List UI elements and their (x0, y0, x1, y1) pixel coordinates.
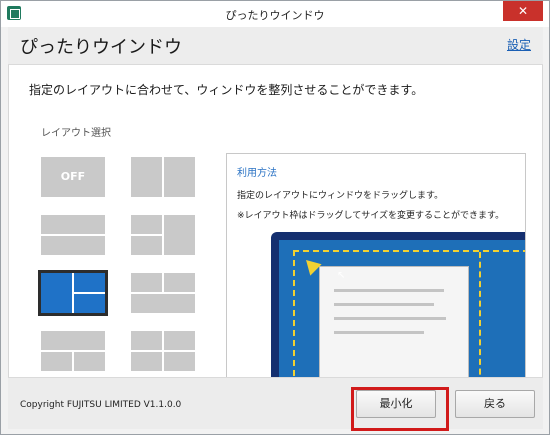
layout-cell (41, 215, 105, 234)
layout-cell (41, 352, 72, 371)
layout-cell (131, 157, 162, 197)
usage-note: ※レイアウト枠はドラッグしてサイズを変更することができます。 (237, 211, 505, 221)
demo-cursor-icon: ↖ (337, 270, 346, 281)
layout-option-top-split-bottom[interactable] (131, 273, 195, 313)
layout-cell (131, 215, 162, 234)
usage-title: 利用方法 (237, 168, 277, 179)
usage-instruction: 指定のレイアウトにウィンドウをドラッグします。 (237, 191, 444, 201)
minimize-button[interactable]: 最小化 (356, 390, 436, 418)
header: ぴったりウインドウ 設定 (8, 27, 543, 65)
layout-cell (164, 331, 195, 350)
window-title: ぴったりウインドウ (225, 9, 325, 22)
main-content: 指定のレイアウトに合わせて、ウィンドウを整列させることができます。 レイアウト選… (8, 65, 543, 377)
layout-option-two-columns[interactable] (131, 157, 195, 197)
layout-cell (131, 294, 195, 313)
back-button[interactable]: 戻る (455, 390, 535, 418)
demo-layout-divider (479, 252, 481, 377)
layout-option-two-rows[interactable] (41, 215, 105, 255)
layout-option-top-bottom-split[interactable] (41, 331, 105, 371)
layout-option-left-right-split[interactable] (38, 270, 108, 316)
layout-option-left-split-right[interactable] (131, 215, 195, 255)
layout-cell (164, 215, 195, 255)
layout-cell (41, 273, 72, 313)
layout-cell (131, 352, 162, 371)
demo-desktop: ↖ (279, 240, 525, 377)
layout-cell (164, 273, 195, 292)
layout-cell (74, 352, 105, 371)
footer: Copyright FUJITSU LIMITED V1.1.0.0 最小化 戻… (8, 377, 543, 429)
settings-link[interactable]: 設定 (507, 36, 531, 53)
demo-illustration: ↖ (271, 232, 525, 377)
demo-text-line (334, 289, 444, 292)
layout-off-label: OFF (41, 157, 105, 197)
usage-panel: 利用方法 指定のレイアウトにウィンドウをドラッグします。 ※レイアウト枠はドラッ… (226, 153, 526, 377)
layout-cell (131, 236, 162, 255)
app-window: ぴったりウインドウ ✕ ぴったりウインドウ 設定 指定のレイアウトに合わせて、ウ… (0, 0, 550, 435)
layout-cell (41, 236, 105, 255)
layout-cell (131, 331, 162, 350)
layout-cell (74, 273, 105, 292)
copyright-text: Copyright FUJITSU LIMITED V1.1.0.0 (20, 400, 182, 410)
demo-text-line (334, 317, 446, 320)
description-text: 指定のレイアウトに合わせて、ウィンドウを整列させることができます。 (29, 83, 424, 97)
title-bar[interactable]: ぴったりウインドウ ✕ (1, 1, 549, 27)
demo-text-line (334, 331, 424, 334)
layout-cell (164, 352, 195, 371)
layout-select-label: レイアウト選択 (41, 128, 111, 139)
demo-text-line (334, 303, 434, 306)
page-title: ぴったりウインドウ (20, 37, 182, 58)
layout-cell (164, 157, 195, 197)
layout-cell (131, 273, 162, 292)
close-button[interactable]: ✕ (503, 1, 543, 21)
layout-cell (41, 331, 105, 350)
layout-option-off[interactable]: OFF (41, 157, 105, 197)
layout-option-four-grid[interactable] (131, 331, 195, 371)
demo-window (319, 266, 469, 377)
layout-cell (74, 294, 105, 313)
